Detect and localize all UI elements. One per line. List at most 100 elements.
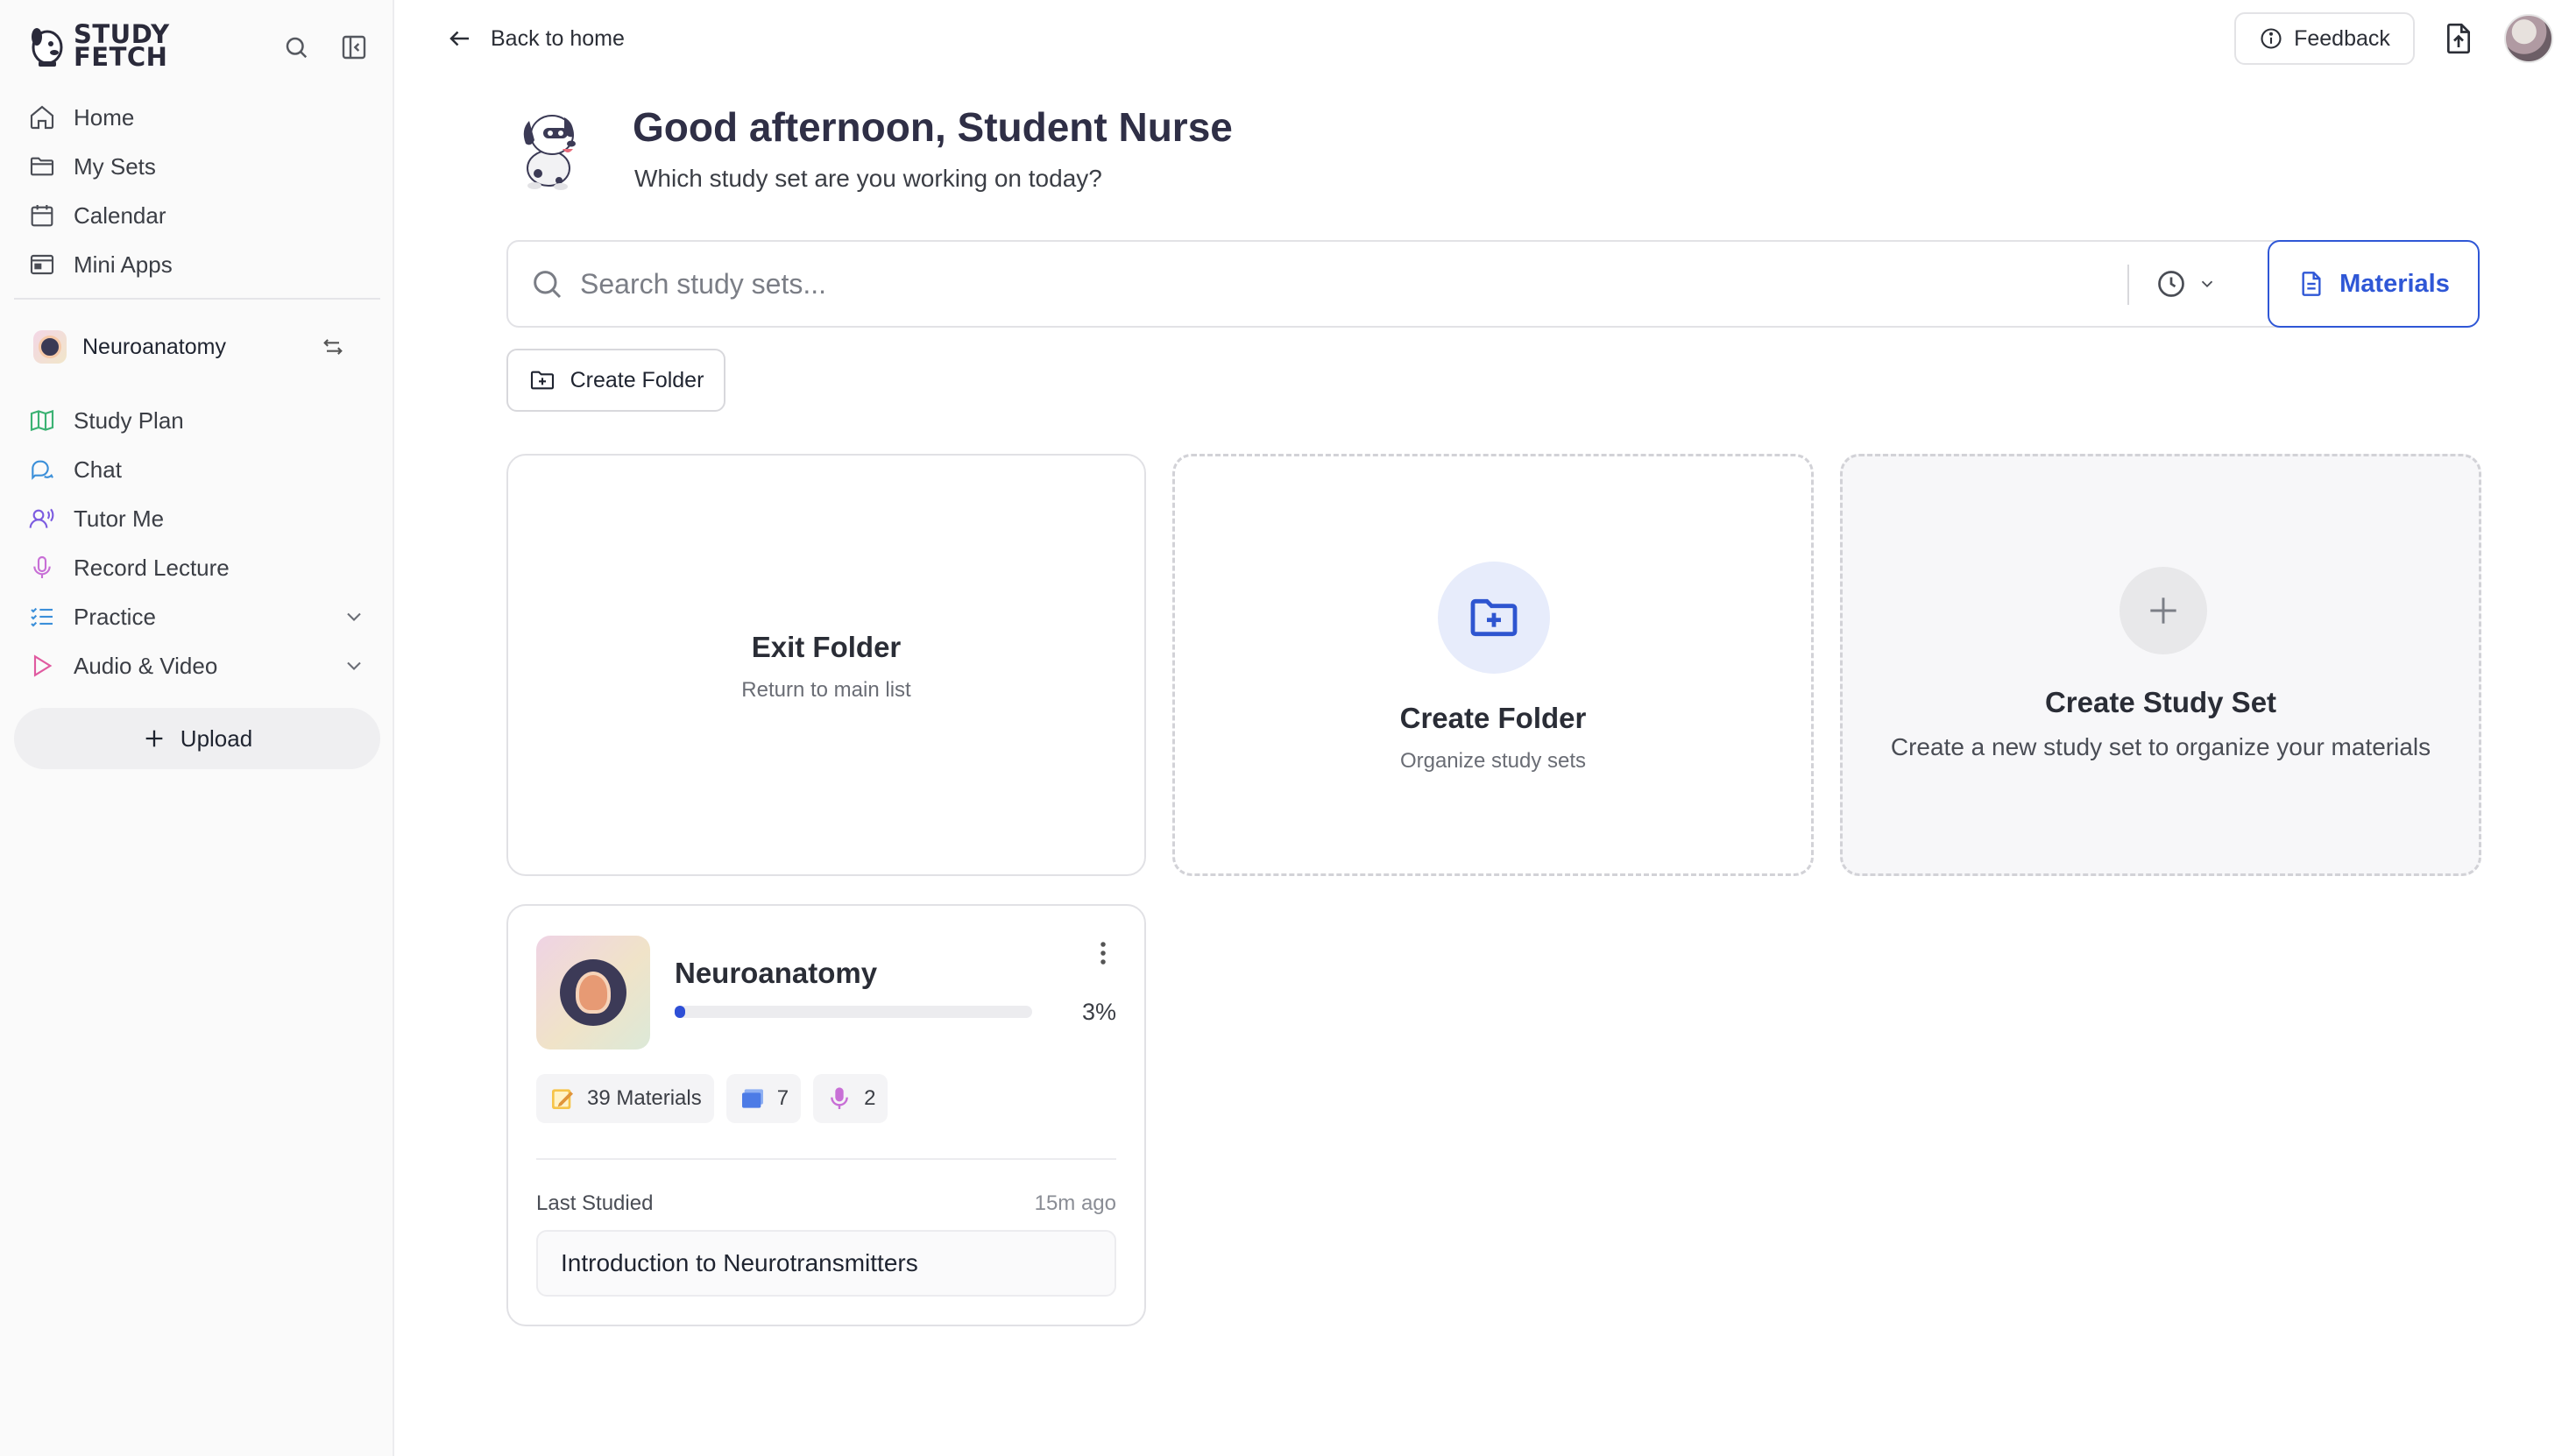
materials-count-chip: 39 Materials	[536, 1074, 714, 1123]
exit-folder-subtitle: Return to main list	[741, 678, 911, 702]
microphone-icon	[831, 1087, 848, 1109]
exit-folder-card[interactable]: Exit Folder Return to main list	[506, 454, 1146, 876]
plus-icon	[145, 730, 163, 747]
file-upload-icon[interactable]	[2441, 21, 2476, 56]
plus-icon	[2120, 567, 2207, 654]
nav-label: Chat	[74, 456, 122, 483]
document-icon	[2302, 272, 2321, 296]
create-folder-button[interactable]: Create Folder	[506, 349, 725, 412]
nav-label: Audio & Video	[74, 652, 218, 679]
nav-item-chat[interactable]: Chat	[14, 445, 380, 494]
greeting-title: Good afternoon, Student Nurse	[633, 104, 1233, 150]
flashcards-icon	[741, 1089, 763, 1108]
create-folder-label: Create Folder	[570, 367, 704, 392]
chevron-down-icon[interactable]	[342, 604, 366, 629]
card-divider	[536, 1158, 1116, 1160]
create-study-set-subtitle: Create a new study set to organize your …	[1890, 733, 2431, 760]
nav-item-record-lecture[interactable]: Record Lecture	[14, 543, 380, 592]
dog-mascot-icon	[523, 115, 576, 190]
feedback-label: Feedback	[2294, 25, 2390, 51]
study-fetch-logo[interactable]: STUDY FETCH	[28, 21, 170, 70]
nav-label: Tutor Me	[74, 505, 165, 532]
materials-button[interactable]: Materials	[2268, 240, 2480, 328]
collapse-sidebar-button[interactable]	[336, 30, 372, 65]
feedback-button[interactable]: Feedback	[2234, 12, 2415, 65]
materials-label: Materials	[2339, 269, 2450, 298]
nav-item-mini-apps[interactable]: Mini Apps	[14, 240, 380, 289]
last-studied-label: Last Studied	[536, 1191, 654, 1215]
study-set-stats: 39 Materials 7 2	[536, 1074, 888, 1123]
clock-icon	[2158, 271, 2184, 297]
exit-folder-title: Exit Folder	[751, 631, 902, 663]
study-set-nav: Study Plan Chat Tutor Me Record Lecture …	[14, 396, 380, 690]
last-studied-item[interactable]: Introduction to Neurotransmitters	[536, 1230, 1116, 1297]
nav-item-my-sets[interactable]: My Sets	[14, 142, 380, 191]
map-icon	[30, 409, 54, 432]
materials-count: 39 Materials	[587, 1086, 702, 1110]
create-folder-card[interactable]: Create Folder Organize study sets	[1172, 454, 1814, 876]
folder-icon	[30, 157, 54, 176]
study-progress-bar	[675, 1006, 1032, 1018]
main-nav: Home My Sets Calendar Mini Apps	[14, 93, 380, 289]
study-set-search	[506, 240, 2420, 328]
sidebar-search-button[interactable]	[279, 30, 314, 65]
nav-item-study-plan[interactable]: Study Plan	[14, 396, 380, 445]
study-progress-percent: 3%	[1081, 999, 1116, 1025]
notes-icon	[552, 1089, 573, 1109]
recordings-count: 2	[864, 1086, 876, 1110]
nav-item-home[interactable]: Home	[14, 93, 380, 142]
create-study-set-card[interactable]: Create Study Set Create a new study set …	[1840, 454, 2481, 876]
sidebar-collapse-icon	[342, 35, 366, 60]
nav-item-calendar[interactable]: Calendar	[14, 191, 380, 240]
folder-plus-icon	[1438, 562, 1550, 674]
nav-item-audio-video[interactable]: Audio & Video	[14, 641, 380, 690]
search-input[interactable]	[580, 267, 2105, 300]
sidebar: STUDY FETCH Home My Sets Calendar Mini A…	[0, 0, 394, 1456]
current-set-label: Neuroanatomy	[82, 334, 226, 359]
current-study-set-selector[interactable]: Neuroanatomy	[14, 322, 380, 371]
switch-set-icon[interactable]	[321, 335, 345, 359]
chevron-down-icon[interactable]	[342, 654, 366, 678]
info-icon	[2261, 28, 2282, 49]
flashcards-count: 7	[776, 1086, 789, 1110]
search-icon	[534, 271, 562, 299]
recent-filter-dropdown[interactable]	[2155, 268, 2217, 300]
upload-button[interactable]: Upload	[14, 708, 380, 769]
study-set-card[interactable]: Neuroanatomy 3% 39 Materials 7 2 Last St…	[506, 904, 1146, 1326]
nav-label: My Sets	[74, 152, 156, 180]
nav-label: Mini Apps	[74, 251, 173, 278]
recordings-count-chip: 2	[813, 1074, 888, 1123]
app-window-icon	[30, 254, 54, 275]
last-studied-time: 15m ago	[1034, 1191, 1116, 1215]
study-set-thumbnail	[536, 936, 650, 1050]
chevron-down-icon	[2201, 280, 2213, 288]
calendar-icon	[31, 205, 53, 227]
upload-label: Upload	[180, 724, 253, 752]
flashcards-count-chip: 7	[725, 1074, 802, 1123]
nav-label: Study Plan	[74, 406, 184, 434]
nav-item-tutor-me[interactable]: Tutor Me	[14, 494, 380, 543]
study-progress-fill	[675, 1006, 686, 1018]
more-options-icon[interactable]	[1090, 936, 1116, 971]
brand-line-2: FETCH	[74, 42, 168, 72]
play-icon	[33, 654, 53, 677]
dog-logo-icon	[32, 28, 63, 67]
microphone-icon	[33, 555, 51, 578]
sidebar-divider	[14, 298, 380, 300]
study-set-thumbnail	[33, 330, 67, 364]
nav-label: Calendar	[74, 201, 166, 229]
checklist-icon	[31, 607, 53, 627]
create-study-set-title: Create Study Set	[2044, 686, 2277, 718]
back-to-home-link[interactable]: Back to home	[447, 21, 625, 56]
chat-icon	[32, 460, 53, 480]
nav-label: Home	[74, 103, 135, 131]
search-icon	[286, 37, 308, 59]
tutor-icon	[29, 508, 54, 528]
nav-item-practice[interactable]: Practice	[14, 592, 380, 641]
home-icon	[30, 105, 54, 130]
study-set-title: Neuroanatomy	[675, 957, 878, 989]
nav-label: Practice	[74, 603, 156, 630]
user-avatar[interactable]	[2504, 14, 2553, 63]
greeting-subtitle: Which study set are you working on today…	[634, 165, 1102, 192]
nav-label: Record Lecture	[74, 554, 230, 581]
